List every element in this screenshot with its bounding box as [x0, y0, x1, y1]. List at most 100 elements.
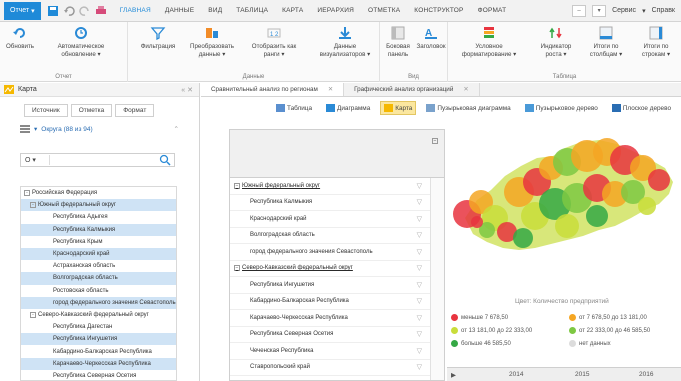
- tab-hierarchy[interactable]: ИЕРАРХИЯ: [310, 7, 361, 14]
- map-region[interactable]: [513, 228, 533, 248]
- table-row[interactable]: Ставропольский край ▽: [230, 360, 444, 376]
- table-row[interactable]: − Северо-Кавказский федеральный округ ▽: [230, 261, 444, 277]
- tree-item[interactable]: Краснодарский край: [21, 247, 176, 261]
- tree-item[interactable]: Кабардино-Балкарская Республика: [21, 345, 176, 357]
- row-filter-icon[interactable]: ▽: [417, 363, 422, 371]
- ranks-button[interactable]: 1 2 Отобразить как ранги ▾: [248, 26, 300, 58]
- legend-item[interactable]: меньше 7 678,50: [451, 314, 508, 321]
- search-mode-dropdown[interactable]: O ▾: [21, 156, 49, 164]
- map-region[interactable]: [648, 169, 670, 191]
- tree-item[interactable]: Республика Адыгея: [21, 211, 176, 223]
- legend-item[interactable]: больше 46 585,50: [451, 340, 511, 347]
- tab-mark[interactable]: ОТМЕТКА: [361, 7, 407, 14]
- help-menu[interactable]: Справк: [652, 7, 675, 14]
- map-region[interactable]: [638, 197, 656, 215]
- table-row[interactable]: Краснодарский край ▽: [230, 211, 444, 228]
- ribbon-size-button[interactable]: ▾: [592, 4, 607, 17]
- view-button[interactable]: Диаграмма: [322, 101, 374, 115]
- tree-item[interactable]: Республика Северная Осетия: [21, 370, 176, 380]
- close-icon[interactable]: ✕: [328, 86, 333, 93]
- tree-item[interactable]: Республика Ингушетия: [21, 333, 176, 346]
- transform-button[interactable]: Преобразовать данные ▾: [186, 26, 238, 58]
- table-row[interactable]: − Южный федеральный округ ▽: [230, 178, 444, 195]
- row-filter-icon[interactable]: ▽: [417, 297, 422, 305]
- row-filter-icon[interactable]: ▽: [417, 281, 422, 289]
- data-visualizers-button[interactable]: Данные визуализаторов ▾: [314, 26, 376, 58]
- tree-item[interactable]: Ростовская область: [21, 285, 176, 297]
- tab-data[interactable]: ДАННЫЕ: [158, 7, 201, 14]
- auto-refresh-button[interactable]: Автоматическое обновление ▾: [44, 26, 118, 58]
- timeline-year-2015[interactable]: 2015: [575, 371, 589, 378]
- save-icon[interactable]: [47, 5, 59, 17]
- report-menu-button[interactable]: Отчет ▾: [4, 1, 41, 20]
- row-filter-icon[interactable]: ▽: [417, 198, 422, 206]
- tree-item[interactable]: Республика Калмыкия: [21, 223, 176, 236]
- totals-columns-button[interactable]: Итоги по столбцам ▾: [584, 26, 628, 58]
- row-filter-icon[interactable]: ▽: [417, 347, 422, 355]
- table-row[interactable]: Карачаево-Черкесская Республика ▽: [230, 310, 444, 327]
- totals-rows-button[interactable]: Итоги по строкам ▾: [634, 26, 678, 58]
- tab-home[interactable]: ГЛАВНАЯ: [113, 7, 158, 14]
- legend-item[interactable]: от 7 678,50 до 13 181,00: [569, 314, 647, 321]
- expand-icon[interactable]: ⌃: [174, 125, 179, 133]
- tree-expand-icon[interactable]: -: [30, 202, 36, 209]
- map-region[interactable]: [471, 216, 483, 228]
- tab-source[interactable]: Источник: [24, 104, 68, 117]
- legend-item[interactable]: от 13 181,00 до 22 333,00: [451, 327, 532, 334]
- side-panel-button[interactable]: Боковая панель: [382, 26, 414, 58]
- row-filter-icon[interactable]: ▽: [417, 248, 422, 256]
- tree-item[interactable]: город федерального значения Севастополь: [21, 296, 176, 309]
- row-filter-icon[interactable]: ▽: [417, 182, 422, 190]
- row-filter-icon[interactable]: ▽: [417, 314, 422, 322]
- close-icon[interactable]: ✕: [463, 86, 468, 93]
- tree-item[interactable]: Карачаево-Черкесская Республика: [21, 357, 176, 370]
- document-tab[interactable]: Сравнительный анализ по регионам ✕: [201, 83, 345, 96]
- undo-icon[interactable]: [63, 5, 75, 17]
- table-row[interactable]: Республика Ингушетия ▽: [230, 277, 444, 294]
- timeline-year-2016[interactable]: 2016: [639, 371, 653, 378]
- table-row[interactable]: Кабардино-Балкарская Республика ▽: [230, 294, 444, 310]
- tab-table[interactable]: ТАБЛИЦА: [229, 7, 275, 14]
- minimize-ribbon-button[interactable]: –: [572, 4, 587, 17]
- legend-item[interactable]: нет данных: [569, 340, 611, 347]
- search-input[interactable]: [49, 155, 159, 165]
- search-icon[interactable]: [159, 154, 171, 166]
- table-row[interactable]: Республика Калмыкия ▽: [230, 195, 444, 211]
- view-button[interactable]: Плоское дерево: [608, 101, 675, 115]
- tree-item[interactable]: - Российская Федерация: [21, 187, 176, 199]
- tab-format-panel[interactable]: Формат: [115, 104, 155, 117]
- map-region[interactable]: [555, 214, 579, 238]
- row-filter-icon[interactable]: ▽: [417, 264, 422, 272]
- table-row[interactable]: Волгоградская область ▽: [230, 228, 444, 244]
- row-expand-icon[interactable]: −: [234, 182, 240, 189]
- view-button[interactable]: Карта: [380, 101, 417, 115]
- tab-map[interactable]: КАРТА: [275, 7, 310, 14]
- table-row[interactable]: Республика Северная Осетия ▽: [230, 327, 444, 343]
- collapse-header-icon[interactable]: −: [432, 138, 438, 144]
- table-row[interactable]: город федерального значения Севастополь ▽: [230, 244, 444, 261]
- filter-button[interactable]: Фильтрация: [132, 26, 184, 51]
- tab-view[interactable]: ВИД: [201, 7, 229, 14]
- tree-item[interactable]: Республика Крым: [21, 236, 176, 248]
- document-tab[interactable]: Графический анализ организаций ✕: [344, 83, 480, 96]
- growth-indicator-button[interactable]: Индикатор роста ▾: [534, 26, 578, 58]
- redo-icon[interactable]: [78, 5, 91, 17]
- map-region[interactable]: [586, 205, 608, 227]
- print-icon[interactable]: [95, 5, 107, 17]
- dimension-selector[interactable]: ▾ Округа (88 из 94) ⌃: [0, 117, 199, 133]
- timeline-year-2014[interactable]: 2014: [509, 371, 523, 378]
- row-filter-icon[interactable]: ▽: [417, 215, 422, 223]
- row-filter-icon[interactable]: ▽: [417, 231, 422, 239]
- header-button[interactable]: A Заголовок: [414, 26, 448, 51]
- tree-item[interactable]: Волгоградская область: [21, 272, 176, 285]
- row-expand-icon[interactable]: −: [234, 265, 240, 272]
- tree-expand-icon[interactable]: -: [24, 190, 30, 197]
- cond-format-button[interactable]: Условное форматирование ▾: [454, 26, 524, 58]
- tree-item[interactable]: Астраханская область: [21, 260, 176, 272]
- table-scrollbar[interactable]: [430, 178, 444, 380]
- panel-collapse-icon[interactable]: « ✕: [181, 86, 193, 94]
- service-menu[interactable]: Сервис: [612, 7, 636, 14]
- legend-item[interactable]: от 22 333,00 до 46 585,50: [569, 327, 650, 334]
- tree-item[interactable]: - Южный федеральный округ: [21, 199, 176, 212]
- tab-mark-panel[interactable]: Отметка: [70, 104, 113, 117]
